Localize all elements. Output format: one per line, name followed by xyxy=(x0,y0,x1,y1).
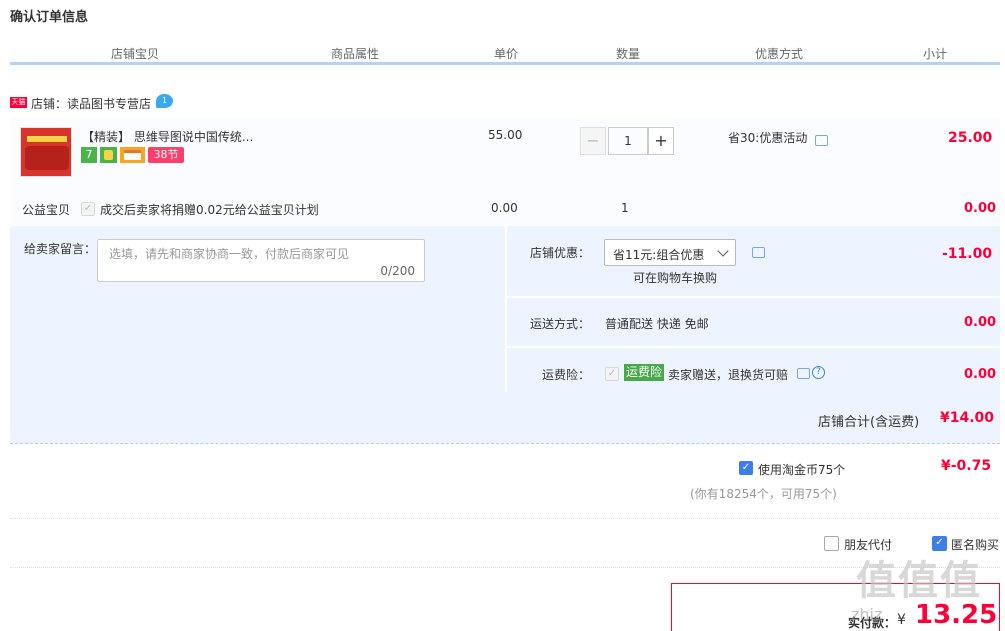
item-unit-price: 55.00 xyxy=(488,128,523,142)
col-header-price: 单价 xyxy=(493,47,518,61)
payment-currency: ¥ xyxy=(897,612,906,628)
coins-discount-amount: ¥-0.75 xyxy=(941,458,992,474)
item-subtotal: 25.00 xyxy=(948,130,993,146)
store-discount-select[interactable]: 省11元:组合优惠 xyxy=(604,239,736,266)
store-total-value: ¥14.00 xyxy=(940,410,995,426)
message-label: 给卖家留言： xyxy=(24,242,97,256)
shipping-method: 普通配送 快递 免邮 xyxy=(605,317,709,331)
use-coins-label[interactable]: 使用淘金币75个 xyxy=(758,461,845,478)
increase-quantity-button[interactable]: + xyxy=(648,127,674,155)
insurance-message-icon[interactable] xyxy=(797,368,810,379)
section-divider xyxy=(10,567,1000,568)
credit-card-badge xyxy=(120,147,145,163)
authentic-guarantee-badge xyxy=(100,147,117,163)
section-divider xyxy=(10,518,1000,519)
store-discount-amount: -11.00 xyxy=(942,246,993,262)
watermark-text: zhiz xyxy=(851,605,883,624)
seller-message-textarea[interactable]: 选填，请先和商家协商一致，付款后商家可见 0/200 xyxy=(97,239,425,282)
shipping-amount: 0.00 xyxy=(964,315,997,330)
quantity-stepper: − 1 + xyxy=(580,127,676,155)
charity-quantity: 1 xyxy=(621,201,629,215)
shipping-label: 运送方式： xyxy=(530,317,591,331)
col-header-quantity: 数量 xyxy=(615,47,640,61)
discount-message-icon[interactable] xyxy=(752,247,765,258)
header-divider xyxy=(265,58,266,62)
friend-pay-checkbox[interactable] xyxy=(824,536,839,551)
watermark-logo: 值值值 xyxy=(856,548,982,606)
store-discount-label: 店铺优惠： xyxy=(530,246,591,260)
header-divider xyxy=(870,58,871,62)
panel-divider xyxy=(507,296,1000,298)
watermark-glyph: 值 xyxy=(940,558,982,604)
insurance-text: 卖家赠送，退换货可赔 xyxy=(668,368,789,382)
charity-text: 成交后卖家将捐赠0.02元给公益宝贝计划 xyxy=(100,203,319,217)
watermark-glyph: 值 xyxy=(856,558,898,604)
charity-checkbox: ✓ xyxy=(81,202,95,216)
header-divider xyxy=(690,58,691,62)
insurance-tag: 运费险 xyxy=(624,364,665,381)
watermark-glyph: 值 xyxy=(898,558,940,604)
col-header-attributes: 商品属性 xyxy=(330,47,379,61)
insurance-checkbox: ✓ xyxy=(605,367,619,381)
header-underline xyxy=(10,62,1000,65)
col-header-discount: 优惠方式 xyxy=(754,47,803,61)
help-icon[interactable]: ? xyxy=(812,366,825,379)
wangwang-chat-icon[interactable]: 1 xyxy=(156,94,173,108)
promo-message-icon[interactable] xyxy=(815,135,828,146)
quantity-input[interactable]: 1 xyxy=(608,127,648,155)
message-char-counter: 0/200 xyxy=(380,264,415,278)
charity-label: 公益宝贝 xyxy=(22,203,71,217)
insurance-label: 运费险： xyxy=(542,368,591,382)
panel-divider xyxy=(507,346,1000,348)
store-total-label: 店铺合计(含运费) xyxy=(818,415,920,430)
use-coins-checkbox[interactable]: ✓ xyxy=(739,461,753,475)
decrease-quantity-button[interactable]: − xyxy=(580,127,606,155)
tmall-logo-icon: 天猫 xyxy=(10,97,27,108)
header-divider xyxy=(446,58,447,62)
message-placeholder: 选填，请先和商家协商一致，付款后商家可见 xyxy=(109,247,350,261)
store-name-link[interactable]: 店铺：读品图书专营店 xyxy=(31,95,151,112)
item-promo-text: 省30:优惠活动 xyxy=(728,131,808,145)
coins-balance-note: (你有18254个，可用75个) xyxy=(690,487,837,501)
insurance-amount: 0.00 xyxy=(964,367,997,382)
charity-price: 0.00 xyxy=(491,201,518,215)
product-title-link[interactable]: 【精装】 思维导图说中国传统... xyxy=(82,128,253,145)
product-thumbnail[interactable] xyxy=(20,127,72,177)
seven-day-return-badge: 7 xyxy=(81,147,97,163)
chevron-down-icon xyxy=(717,245,729,257)
festival-38-badge: 38节 xyxy=(148,147,184,163)
col-header-item: 店铺宝贝 xyxy=(110,47,159,61)
charity-subtotal: 0.00 xyxy=(964,201,997,216)
col-header-subtotal: 小计 xyxy=(922,47,947,61)
store-discount-selected: 省11元:组合优惠 xyxy=(613,248,705,262)
page-title: 确认订单信息 xyxy=(10,10,89,25)
store-discount-note: 可在购物车换购 xyxy=(633,271,718,285)
header-divider xyxy=(568,58,569,62)
